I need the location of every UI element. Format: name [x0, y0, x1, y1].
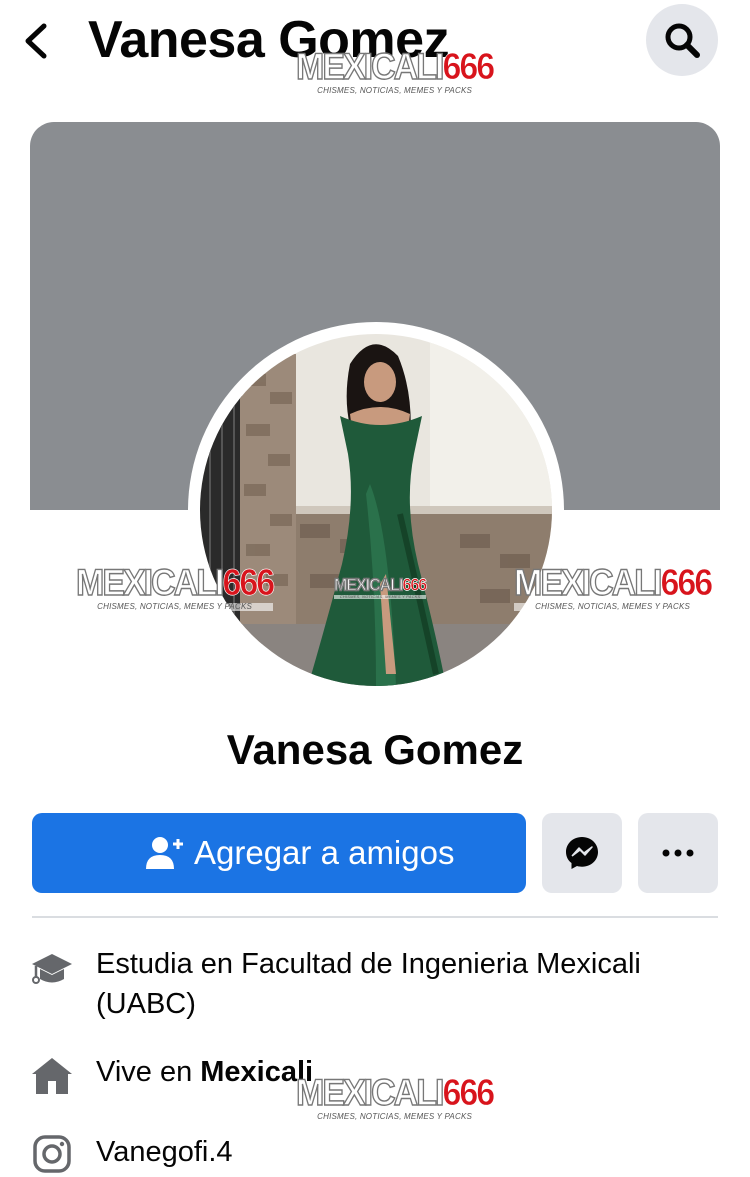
watermark-logo: MEXICALI666 CHISMES, NOTICIAS, MEMES Y P…	[333, 576, 427, 599]
add-person-icon	[146, 837, 183, 869]
add-friend-button[interactable]: Agregar a amigos	[32, 813, 526, 893]
profile-photo	[200, 334, 552, 686]
watermark-logo: MEXICALI666 CHISMES, NOTICIAS, MEMES Y P…	[75, 562, 275, 611]
watermark-logo: MEXICALI666 CHISMES, NOTICIAS, MEMES Y P…	[295, 46, 495, 95]
profile-name: Vanesa Gomez	[226, 726, 524, 773]
more-dots-icon	[662, 849, 694, 857]
divider	[32, 916, 718, 918]
more-options-button[interactable]	[638, 813, 718, 893]
instagram-icon	[33, 1135, 71, 1173]
location-prefix: Vive en	[96, 1056, 201, 1088]
chevron-left-icon[interactable]	[20, 22, 52, 60]
graduation-cap-icon	[32, 954, 72, 984]
messenger-button[interactable]	[542, 813, 622, 893]
messenger-icon	[566, 837, 598, 869]
add-friend-label: Agregar a amigos	[194, 834, 455, 871]
avatar[interactable]	[200, 334, 552, 686]
education-text: Estudia en Facultad de Ingenieria Mexica…	[96, 948, 641, 1020]
watermark-logo: MEXICALI666 CHISMES, NOTICIAS, MEMES Y P…	[513, 562, 713, 611]
search-button[interactable]	[646, 4, 718, 76]
watermark-logo: MEXICALI666 CHISMES, NOTICIAS, MEMES Y P…	[295, 1072, 495, 1121]
instagram-handle[interactable]: Vanegofi.4	[96, 1132, 716, 1172]
home-icon	[32, 1058, 72, 1094]
search-icon	[665, 23, 700, 58]
